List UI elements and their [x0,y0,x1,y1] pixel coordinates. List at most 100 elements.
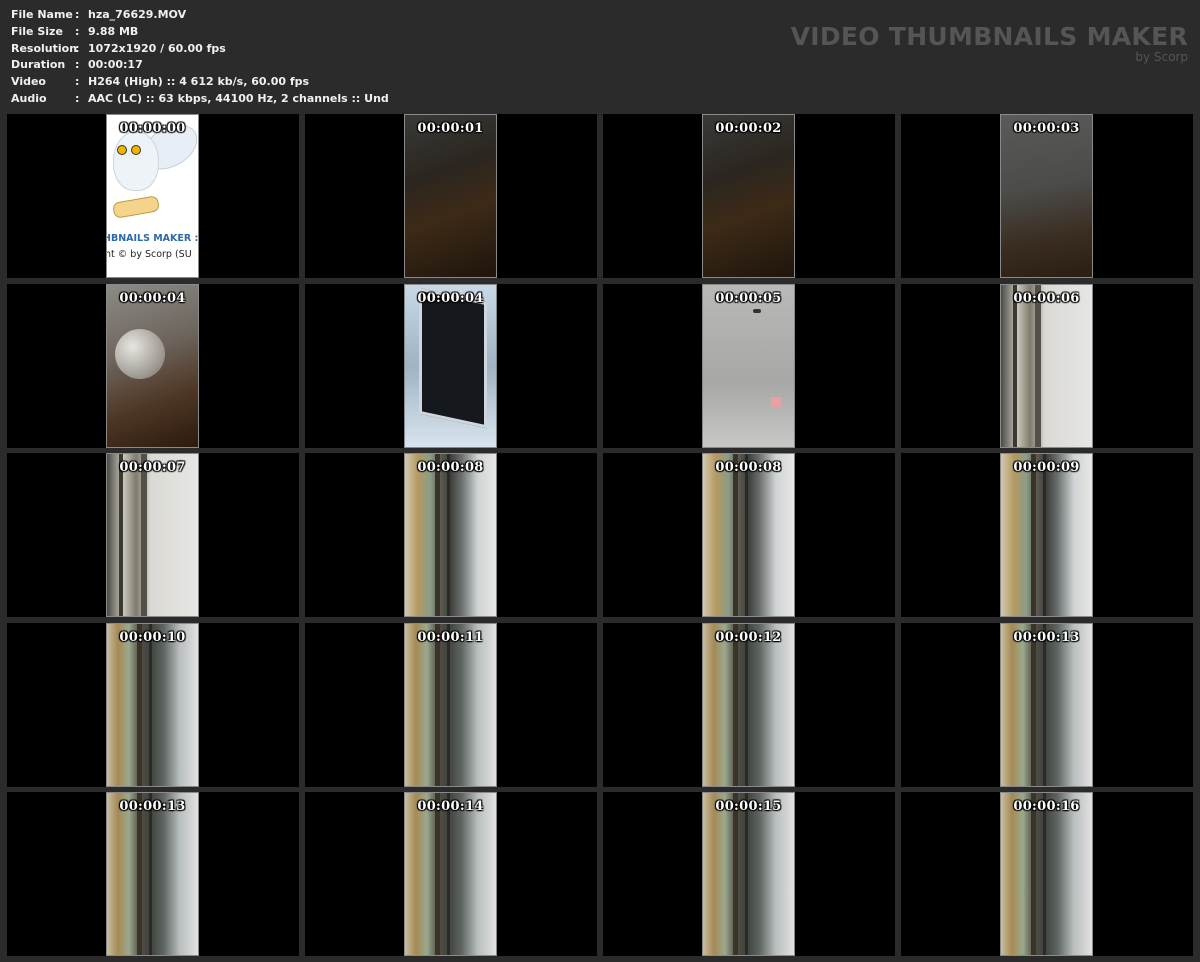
info-value: 9.88 MB [88,24,139,38]
ceiling-vent-graphic [753,309,761,313]
video-frame: 00:00:14 [404,792,497,956]
floor-edge-graphic [733,793,738,955]
info-label: File Size [11,24,63,38]
video-frame: HBNAILS MAKER : nt © by Scorp (SU 00:00:00 [106,114,199,278]
frame-timestamp: 00:00:11 [417,630,484,645]
frame-timestamp: 00:00:13 [1013,630,1080,645]
wall-edge-graphic [1013,285,1017,447]
info-separator: : [75,8,80,21]
frame-timestamp: 00:00:09 [1013,460,1080,475]
floor-edge-graphic [1031,454,1036,616]
video-frame: 00:00:08 [702,453,795,617]
info-row-duration: Duration:00:00:17 [11,57,389,74]
floor-edge-graphic [149,793,152,955]
info-value: AAC (LC) :: 63 kbps, 44100 Hz, 2 channel… [88,91,389,105]
wall-edge-graphic [119,454,123,616]
frame-timestamp: 00:00:14 [417,799,484,814]
thumbnail-cell: 00:00:07 [7,453,299,617]
video-frame: 00:00:04 [404,284,497,448]
thumbnail-cell: HBNAILS MAKER : nt © by Scorp (SU 00:00:00 [7,114,299,278]
floor-edge-graphic [447,624,450,786]
floor-edge-graphic [137,793,142,955]
floor-edge-graphic [745,454,748,616]
floor-edge-graphic [745,793,748,955]
video-frame: 00:00:10 [106,623,199,787]
owl-eye-icon [131,145,141,155]
thumbnail-cell: 00:00:10 [7,623,299,787]
thumbnail-cell: 00:00:16 [901,792,1193,956]
owl-eye-icon [117,145,127,155]
video-frame: 00:00:07 [106,453,199,617]
info-value: 1072x1920 / 60.00 fps [88,41,226,55]
wall-edge-graphic [1035,285,1041,447]
floor-edge-graphic [733,454,738,616]
info-separator: : [75,41,80,55]
frame-timestamp: 00:00:00 [119,121,186,136]
file-info-panel: File Name: hza_76629.MOV File Size:9.88 M… [11,7,389,108]
info-row-video: Video: H264 (High) :: 4 612 kb/s, 60.00 f… [11,74,389,91]
floor-edge-graphic [447,454,450,616]
floor-edge-graphic [1043,793,1046,955]
floor-edge-graphic [1031,793,1036,955]
brand-subtitle: by Scorp [1135,50,1188,64]
frame-timestamp: 00:00:04 [119,291,186,306]
thumbnail-cell: 00:00:15 [603,792,895,956]
intro-product-text: HBNAILS MAKER : [106,233,199,244]
video-frame: 00:00:11 [404,623,497,787]
info-row-resolution: Resolution: 1072x1920 / 60.00 fps [11,41,389,58]
frame-timestamp: 00:00:06 [1013,291,1080,306]
frame-timestamp: 00:00:07 [119,460,186,475]
thumbnail-cell: 00:00:08 [603,453,895,617]
info-label: File Name [11,8,73,21]
info-label: Resolution [11,41,78,55]
frame-timestamp: 00:00:12 [715,630,782,645]
video-frame: 00:00:05 [702,284,795,448]
thumbnail-cell: 00:00:05 [603,284,895,448]
info-row-file-size: File Size:9.88 MB [11,24,389,41]
video-frame: 00:00:13 [106,792,199,956]
thumbnail-cell: 00:00:09 [901,453,1193,617]
floor-edge-graphic [1043,454,1046,616]
info-separator: : [75,58,80,72]
wall-edge-graphic [141,454,147,616]
frame-timestamp: 00:00:05 [715,291,782,306]
floor-edge-graphic [435,624,440,786]
info-separator: : [75,24,80,38]
info-label: Video [11,75,46,89]
thumbnail-cell: 00:00:01 [305,114,597,278]
info-separator: : [75,91,80,105]
info-row-audio: Audio: AAC (LC) :: 63 kbps, 44100 Hz, 2 c… [11,91,389,108]
frame-timestamp: 00:00:15 [715,799,782,814]
thumbnail-cell: 00:00:03 [901,114,1193,278]
globe-lamp-graphic [115,329,165,379]
frame-timestamp: 00:00:08 [715,460,782,475]
thumbnail-cell: 00:00:04 [7,284,299,448]
video-frame: 00:00:16 [1000,792,1093,956]
floor-edge-graphic [1031,624,1036,786]
frame-timestamp: 00:00:16 [1013,799,1080,814]
floor-edge-graphic [149,624,152,786]
brand-title: VIDEO THUMBNAILS MAKER [790,22,1188,51]
video-frame: 00:00:15 [702,792,795,956]
owl-logo-icon [113,131,159,191]
video-frame: 00:00:09 [1000,453,1093,617]
frame-timestamp: 00:00:02 [715,121,782,136]
fan-graphic [419,287,487,429]
info-separator: : [75,75,80,89]
frame-timestamp: 00:00:04 [417,291,484,306]
frame-timestamp: 00:00:13 [119,799,186,814]
info-label: Duration [11,58,66,72]
video-frame: 00:00:08 [404,453,497,617]
thumbnail-cell: 00:00:06 [901,284,1193,448]
floor-edge-graphic [733,624,738,786]
floor-edge-graphic [745,624,748,786]
info-label: Audio [11,91,47,105]
info-row-file-name: File Name: hza_76629.MOV [11,7,389,24]
intro-copyright-text: nt © by Scorp (SU [106,249,192,260]
video-frame: 00:00:06 [1000,284,1093,448]
thumbnail-cell: 00:00:12 [603,623,895,787]
thumbnail-cell: 00:00:13 [7,792,299,956]
info-value: H264 (High) :: 4 612 kb/s, 60.00 fps [88,75,310,89]
scroll-icon [111,195,161,219]
thumbnail-cell: 00:00:11 [305,623,597,787]
